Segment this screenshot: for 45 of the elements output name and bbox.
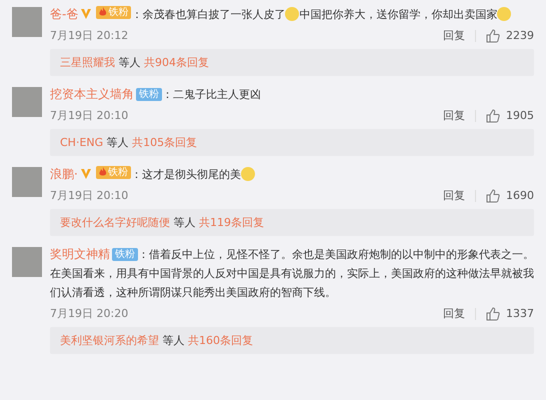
comment-time: 7月19日 20:12 (50, 28, 130, 43)
reply-link[interactable]: 回复 (443, 188, 465, 203)
comment-text: 浪鹏· 铁粉 ：这才是彻头彻尾的美 (50, 165, 534, 184)
flame-icon (98, 167, 107, 177)
reply-count-link[interactable]: 共105条回复 (132, 136, 198, 149)
thumbs-up-icon[interactable] (486, 108, 500, 122)
reply-others-text: 等人 (174, 216, 196, 229)
reply-user-link[interactable]: 美利坚银河系的希望 (60, 334, 159, 347)
comment-time: 7月19日 20:20 (50, 306, 130, 321)
reply-count-link[interactable]: 共160条回复 (188, 334, 253, 347)
reply-link[interactable]: 回复 (443, 28, 465, 43)
reply-link[interactable]: 回复 (443, 108, 465, 123)
like-count: 1905 (506, 109, 534, 122)
reply-count-link[interactable]: 共119条回复 (199, 216, 264, 229)
reply-others-text: 等人 (118, 56, 140, 69)
reply-user-link[interactable]: 三星照耀我 (60, 56, 115, 69)
fan-badge: 铁粉 (96, 166, 131, 178)
thumbs-up-icon[interactable] (486, 306, 500, 320)
emoji-icon (497, 7, 512, 21)
reply-others-text: 等人 (162, 334, 184, 347)
like-count: 1690 (506, 189, 534, 202)
thumbs-up-icon[interactable] (486, 188, 500, 202)
thumbs-up-icon[interactable] (486, 28, 500, 42)
fan-badge: 铁粉 (112, 248, 138, 261)
emoji-icon (285, 7, 300, 21)
reply-count-link[interactable]: 共904条回复 (144, 56, 209, 69)
fan-badge: 铁粉 (96, 6, 132, 18)
comment-text: 爸-爸 铁粉 ：余茂春也算白披了一张人皮了 中国把你养大，送你留学，你却出卖国家 (50, 5, 534, 24)
username-link[interactable]: 挖资本主义墙角 (50, 87, 134, 101)
like-count: 1337 (506, 307, 534, 320)
fan-badge: 铁粉 (136, 88, 162, 101)
flame-icon (99, 7, 108, 17)
comment-time: 7月19日 20:10 (50, 188, 130, 203)
comment-text: 挖资本主义墙角 铁粉 ：二鬼子比主人更凶 (50, 86, 262, 103)
reply-link[interactable]: 回复 (443, 306, 465, 321)
reply-user-link[interactable]: 要改什么名字好呢随便 (60, 216, 170, 229)
comment-time: 7月19日 20:10 (50, 108, 130, 123)
comment-text: 奖明文神精 铁粉 ：借着反中上位，见怪不怪了。余也是美国政府炮制的以中制中的形象代表之一。在美国看来，用具有中国背景的人反对中国是具有说服力的，实际上，美国政府的这种做法早就被我们认清看透，这种所谓阴谋只能秀出美国政府的智商下线。 (50, 246, 534, 301)
username-link[interactable]: 爸-爸 (50, 7, 78, 21)
username-link[interactable]: 奖明文神精 (50, 247, 110, 261)
reply-others-text: 等人 (106, 136, 129, 149)
like-count: 2239 (506, 29, 534, 42)
username-link[interactable]: 浪鹏· (50, 167, 78, 181)
emoji-icon (240, 167, 255, 181)
reply-user-link[interactable]: CH·ENG (60, 136, 104, 149)
